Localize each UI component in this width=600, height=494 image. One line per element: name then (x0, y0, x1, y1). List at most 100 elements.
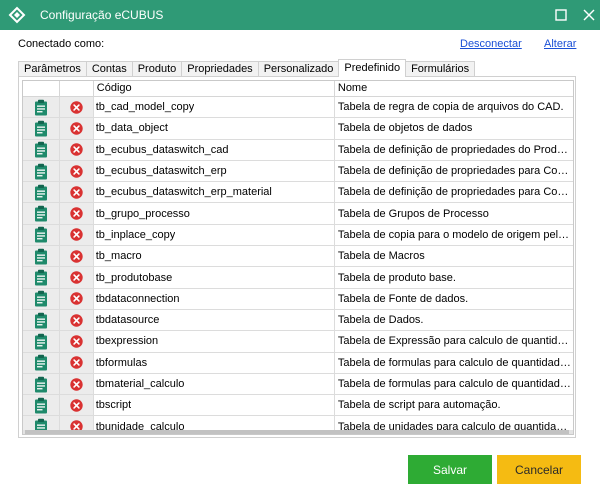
edit-cell[interactable] (23, 331, 60, 352)
delete-x-icon[interactable] (70, 292, 83, 306)
edit-cell[interactable] (23, 373, 60, 395)
close-button[interactable] (574, 0, 600, 30)
table-row[interactable]: tb_ecubus_dataswitch_erp_material Tabela … (23, 182, 573, 204)
clipboard-edit-icon[interactable] (34, 163, 48, 180)
edit-cell[interactable] (23, 352, 60, 373)
table-row[interactable]: tbformulas Tabela de formulas para calcul… (23, 352, 573, 374)
edit-cell[interactable] (23, 309, 60, 331)
name-cell[interactable]: Tabela de Expressão para calculo de quan… (335, 331, 573, 351)
tab-personalizado[interactable]: Personalizado (257, 61, 340, 77)
table-row[interactable]: tb_ecubus_dataswitch_erp Tabela de defini… (23, 160, 573, 183)
delete-cell[interactable] (59, 182, 94, 203)
name-cell[interactable]: Tabela de regra de copia de arquivos do … (335, 97, 573, 117)
table-row[interactable]: tb_inplace_copy Tabela de copia para o mo… (23, 224, 573, 247)
cancel-button[interactable]: Cancelar (497, 455, 581, 484)
table-row[interactable]: tb_produtobase Tabela de produto base. (23, 267, 573, 289)
delete-cell[interactable] (59, 246, 94, 267)
save-button[interactable]: Salvar (408, 455, 492, 484)
delete-x-icon[interactable] (70, 271, 83, 284)
table-row[interactable]: tb_data_object Tabela de objetos de dados (23, 118, 573, 140)
name-cell[interactable]: Tabela de Dados. (335, 310, 573, 330)
code-cell[interactable]: tb_inplace_copy (94, 224, 335, 246)
delete-x-icon[interactable] (70, 313, 83, 327)
name-cell[interactable]: Tabela de Grupos de Processo (335, 203, 573, 223)
header-name[interactable]: Nome (335, 81, 573, 96)
tab-predefinido[interactable]: Predefinido (338, 59, 407, 77)
delete-x-icon[interactable] (70, 335, 83, 348)
tab-contas[interactable]: Contas (85, 61, 133, 77)
code-cell[interactable]: tb_data_object (94, 118, 335, 139)
horizontal-scrollbar[interactable] (23, 430, 573, 434)
delete-x-icon[interactable] (70, 100, 83, 114)
clipboard-edit-icon[interactable] (34, 141, 48, 158)
clipboard-edit-icon[interactable] (34, 397, 48, 414)
disconnect-link[interactable]: Desconectar (460, 38, 522, 50)
delete-x-icon[interactable] (70, 207, 83, 220)
code-cell[interactable]: tb_ecubus_dataswitch_erp_material (94, 182, 335, 203)
delete-cell[interactable] (59, 97, 94, 118)
name-cell[interactable]: Tabela de definição de propriedades para… (335, 182, 573, 202)
clipboard-edit-icon[interactable] (34, 269, 48, 286)
code-cell[interactable]: tbdataconnection (94, 288, 335, 309)
name-cell[interactable]: Tabela de formulas para calculo de quant… (335, 353, 573, 373)
scrollbar-thumb[interactable] (25, 430, 569, 434)
delete-x-icon[interactable] (70, 377, 83, 391)
code-cell[interactable]: tb_grupo_processo (94, 203, 335, 224)
table-row[interactable]: tbscript Tabela de script para automação. (23, 395, 573, 417)
delete-x-icon[interactable] (70, 399, 83, 412)
edit-cell[interactable] (23, 203, 60, 224)
tab-parametros[interactable]: Parâmetros (18, 61, 87, 77)
change-link[interactable]: Alterar (544, 38, 576, 50)
clipboard-edit-icon[interactable] (34, 290, 48, 307)
delete-x-icon[interactable] (70, 250, 83, 263)
clipboard-edit-icon[interactable] (34, 120, 48, 137)
table-row[interactable]: tbdataconnection Tabela de Fonte de dados… (23, 288, 573, 310)
clipboard-edit-icon[interactable] (34, 184, 48, 201)
edit-cell[interactable] (23, 267, 60, 288)
delete-cell[interactable] (59, 139, 94, 160)
code-cell[interactable]: tbexpression (94, 331, 335, 352)
edit-cell[interactable] (23, 246, 60, 267)
delete-cell[interactable] (59, 352, 94, 373)
table-row[interactable]: tb_grupo_processo Tabela de Grupos de Pro… (23, 203, 573, 225)
clipboard-edit-icon[interactable] (34, 99, 48, 116)
clipboard-edit-icon[interactable] (34, 333, 48, 350)
delete-cell[interactable] (59, 118, 94, 139)
delete-cell[interactable] (59, 203, 94, 224)
clipboard-edit-icon[interactable] (34, 226, 48, 243)
delete-cell[interactable] (59, 373, 94, 395)
delete-cell[interactable] (59, 224, 94, 246)
tab-formularios[interactable]: Formulários (405, 61, 476, 77)
tab-produto[interactable]: Produto (131, 61, 183, 77)
code-cell[interactable]: tb_macro (94, 246, 335, 267)
name-cell[interactable]: Tabela de formulas para calculo de quant… (335, 374, 573, 394)
code-cell[interactable]: tb_ecubus_dataswitch_erp (94, 160, 335, 182)
clipboard-edit-icon[interactable] (34, 205, 48, 222)
name-cell[interactable]: Tabela de copia para o modelo de origem … (335, 225, 573, 245)
name-cell[interactable]: Tabela de definição de propriedades do P… (335, 140, 573, 160)
tab-propriedades[interactable]: Propriedades (181, 61, 259, 77)
table-row[interactable]: tbdatasource Tabela de Dados. (23, 309, 573, 332)
delete-x-icon[interactable] (70, 164, 83, 178)
table-row[interactable]: tb_cad_model_copy Tabela de regra de copi… (23, 97, 573, 119)
delete-x-icon[interactable] (70, 143, 83, 156)
delete-cell[interactable] (59, 309, 94, 331)
edit-cell[interactable] (23, 224, 60, 246)
edit-cell[interactable] (23, 139, 60, 160)
name-cell[interactable]: Tabela de script para automação. (335, 395, 573, 415)
name-cell[interactable]: Tabela de Macros (335, 246, 573, 266)
table-row[interactable]: tbexpression Tabela de Expressão para cal… (23, 331, 573, 353)
name-cell[interactable]: Tabela de produto base. (335, 267, 573, 287)
name-cell[interactable]: Tabela de Fonte de dados. (335, 289, 573, 309)
code-cell[interactable]: tb_produtobase (94, 267, 335, 288)
edit-cell[interactable] (23, 395, 60, 416)
delete-x-icon[interactable] (70, 122, 83, 135)
table-row[interactable]: tbmaterial_calculo Tabela de formulas par… (23, 373, 573, 396)
edit-cell[interactable] (23, 160, 60, 182)
delete-cell[interactable] (59, 331, 94, 352)
delete-x-icon[interactable] (70, 186, 83, 199)
table-row[interactable]: tb_ecubus_dataswitch_cad Tabela de defini… (23, 139, 573, 161)
header-code[interactable]: Código (94, 81, 335, 96)
name-cell[interactable]: Tabela de objetos de dados (335, 118, 573, 138)
delete-cell[interactable] (59, 267, 94, 288)
